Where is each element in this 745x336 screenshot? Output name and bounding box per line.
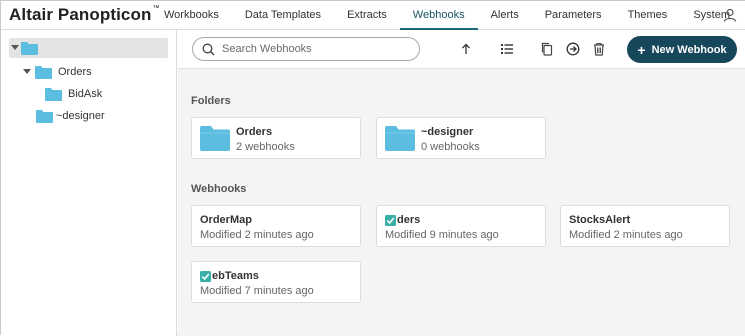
main-content: + New Webhook Folders Orders 2 webhooks … — [178, 30, 745, 336]
search-icon — [202, 43, 215, 55]
folder-icon — [45, 87, 62, 101]
webhook-name: StocksAlert — [569, 214, 631, 226]
app-window: Altair Panopticon™ Workbooks Data Templa… — [0, 0, 745, 336]
webhook-modified: Modified 2 minutes ago — [200, 229, 314, 241]
folder-count: 2 webhooks — [236, 141, 295, 153]
webhook-card-msteams[interactable]: ebTeams Modified 7 minutes ago — [191, 261, 361, 303]
folder-icon — [21, 41, 38, 55]
arrow-up-icon[interactable] — [459, 42, 473, 56]
webhook-card-orders[interactable]: ders Modified 9 minutes ago — [376, 205, 546, 247]
delete-icon[interactable] — [592, 42, 606, 56]
plus-icon: + — [637, 41, 646, 58]
folder-count: 0 webhooks — [421, 141, 480, 153]
caret-down-icon[interactable] — [9, 42, 21, 54]
tree-item-orders[interactable]: Orders — [21, 62, 92, 82]
move-icon[interactable] — [566, 42, 580, 56]
top-nav-bar: Altair Panopticon™ Workbooks Data Templa… — [1, 1, 745, 30]
main-nav: Workbooks Data Templates Extracts Webhoo… — [151, 1, 743, 30]
nav-tab-extracts[interactable]: Extracts — [334, 1, 400, 30]
folder-icon — [36, 109, 53, 123]
webhook-modified: Modified 7 minutes ago — [200, 285, 314, 297]
nav-tab-alerts[interactable]: Alerts — [478, 1, 532, 30]
tree-item-label: Orders — [58, 66, 92, 78]
checkbox-checked-icon[interactable] — [200, 270, 211, 282]
folder-tree-sidebar: Orders BidAsk ~designer — [1, 30, 177, 336]
tree-item-designer[interactable]: ~designer — [36, 106, 105, 126]
folders-section-title: Folders — [191, 95, 231, 107]
folder-icon — [200, 126, 230, 151]
app-logo[interactable]: Altair Panopticon™ — [9, 5, 160, 25]
folder-name: ~designer — [421, 126, 474, 138]
folder-card-orders[interactable]: Orders 2 webhooks — [191, 117, 361, 159]
webhook-name: ders — [385, 214, 420, 226]
tree-item-bidask[interactable]: BidAsk — [45, 84, 102, 104]
nav-tab-webhooks[interactable]: Webhooks — [399, 1, 478, 30]
nav-tab-themes[interactable]: Themes — [615, 1, 681, 30]
user-icon[interactable] — [723, 8, 737, 22]
webhook-card-ordermap[interactable]: OrderMap Modified 2 minutes ago — [191, 205, 361, 247]
tree-root-item[interactable] — [9, 38, 168, 58]
search-box[interactable] — [192, 37, 420, 61]
nav-tab-data-templates[interactable]: Data Templates — [232, 1, 334, 30]
new-webhook-label: New Webhook — [651, 43, 727, 56]
folder-icon — [385, 126, 415, 151]
webhook-card-stocksalert[interactable]: StocksAlert Modified 2 minutes ago — [560, 205, 730, 247]
webhook-name: ebTeams — [200, 270, 259, 282]
list-view-icon[interactable] — [500, 42, 514, 56]
copy-icon[interactable] — [540, 42, 554, 56]
tree-item-label: ~designer — [56, 110, 105, 122]
tree-item-label: BidAsk — [68, 88, 103, 100]
webhook-modified: Modified 2 minutes ago — [569, 229, 683, 241]
webhook-name: OrderMap — [200, 214, 252, 226]
webhooks-section-title: Webhooks — [191, 183, 247, 195]
toolbar: + New Webhook — [178, 30, 745, 69]
search-input[interactable] — [222, 43, 412, 55]
folder-icon — [35, 65, 52, 79]
nav-tab-parameters[interactable]: Parameters — [532, 1, 615, 30]
folder-card-designer[interactable]: ~designer 0 webhooks — [376, 117, 546, 159]
caret-down-icon[interactable] — [21, 66, 33, 78]
webhook-modified: Modified 9 minutes ago — [385, 229, 499, 241]
nav-tab-workbooks[interactable]: Workbooks — [151, 1, 232, 30]
checkbox-checked-icon[interactable] — [385, 214, 396, 226]
new-webhook-button[interactable]: + New Webhook — [627, 36, 737, 63]
folder-name: Orders — [236, 126, 273, 138]
